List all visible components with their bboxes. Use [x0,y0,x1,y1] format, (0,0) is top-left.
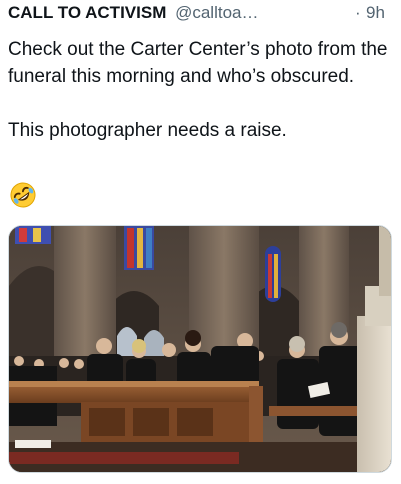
tweet-text-paragraph: Check out the Carter Center’s photo from… [8,39,388,87]
tweet-header: CALL TO ACTIVISM @calltoa… · 9h [8,2,401,24]
author-name[interactable]: CALL TO ACTIVISM [8,3,166,22]
tweet-photo[interactable] [8,225,392,473]
author-handle[interactable]: @calltoa… [175,3,258,22]
tweet-text: Check out the Carter Center’s photo from… [8,36,398,144]
rolling-on-floor-laughing-emoji-icon [10,182,36,208]
tweet-text-paragraph: This photographer needs a raise. [8,120,287,141]
tweet-timestamp[interactable]: 9h [366,2,385,24]
funeral-photo-image [9,226,391,472]
header-separator: · [355,3,361,22]
